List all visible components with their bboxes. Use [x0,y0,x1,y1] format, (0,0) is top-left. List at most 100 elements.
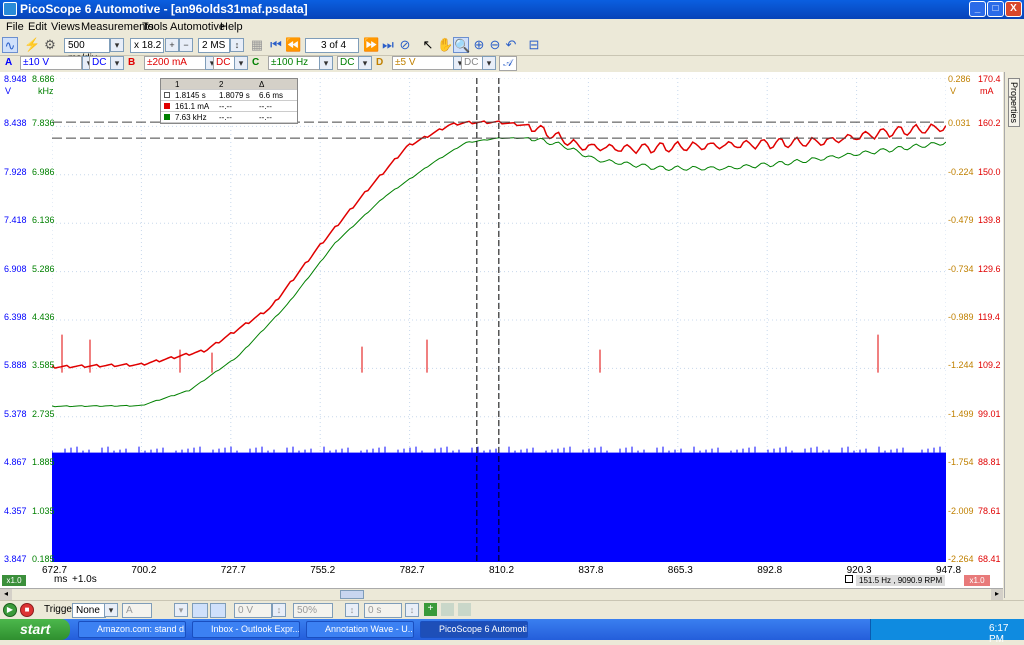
channel-b-coupling[interactable]: DC [213,56,235,70]
ruler-channel-c-delta: --.-- [259,113,272,122]
properties-panel-tab[interactable]: Properties [1004,72,1024,598]
channel-d-coupling-dropdown-icon[interactable]: ▾ [482,56,496,70]
first-buffer-icon[interactable]: ⏮ [268,37,284,53]
samples-field[interactable]: 2 MS [198,38,230,53]
math-channel-icon[interactable]: 𝒜 [499,56,517,71]
scope-mode-icon[interactable]: ∿ [2,37,18,53]
stop-button[interactable]: ■ [20,603,34,617]
scope-plot[interactable] [52,78,946,562]
right-axis-unit-ma: mA [980,86,994,96]
channel-c-range[interactable]: ±100 Hz [268,56,320,70]
channel-toolbar: A ±10 V ▾ DC ▾ B ±200 mA ▾ DC ▾ C ±100 H… [0,56,1024,72]
task-outlook[interactable]: Inbox - Outlook Expr... [192,621,300,638]
scroll-thumb[interactable] [340,590,364,599]
channel-c-coupling-dropdown-icon[interactable]: ▾ [358,56,372,70]
buffer-navigator-icon[interactable]: ⊘ [397,37,413,53]
timebase-dropdown-icon[interactable]: ▾ [110,38,124,52]
axis-footer: x1.0 ms +1.0s 151.5 Hz , 9090.9 RPM x1.0 [0,574,1003,588]
ruler-channel-b-swatch [164,103,170,109]
channel-b-coupling-dropdown-icon[interactable]: ▾ [234,56,248,70]
title-bar: PicoScope 6 Automotive - [an96olds31maf.… [0,0,1024,19]
last-buffer-icon[interactable]: ⏭ [380,37,396,53]
settings-icon[interactable]: ⚙ [42,37,58,53]
ruler-legend-table[interactable]: 1 2 Δ 1.8145 s 1.8079 s 6.6 ms 161.1 mA … [160,78,298,124]
scroll-left-icon[interactable]: ◂ [0,589,12,600]
trigger-level-field[interactable]: 0 V [234,603,272,618]
task-annotation-wave[interactable]: Annotation Wave - U... [306,621,414,638]
window-title: PicoScope 6 Automotive - [an96olds31maf.… [20,2,308,16]
channel-a-coupling[interactable]: DC [89,56,111,70]
pre-trigger-stepper[interactable]: ↕ [345,603,359,617]
ruler-time-swatch [164,92,170,98]
menu-automotive[interactable]: Automotive [170,21,225,33]
zoom-in-icon[interactable]: ⊕ [471,37,487,53]
start-button[interactable]: start [0,619,70,640]
menu-tools[interactable]: Tools [142,21,168,33]
probe-icon[interactable]: ⚡ [24,37,40,53]
rising-edge-icon[interactable] [192,603,208,618]
trigger-mode-dropdown-icon[interactable]: ▾ [104,603,118,617]
timebase-select[interactable]: 500 ms/div [64,38,110,64]
ruler-col-delta: Δ [259,80,265,89]
zoom-field[interactable]: x 18.2 [130,38,164,53]
falling-edge-icon[interactable] [210,603,226,618]
run-button[interactable]: ▶ [3,603,17,617]
task-amazon[interactable]: Amazon.com: stand d... [78,621,186,638]
channel-b-range[interactable]: ±200 mA [144,56,206,70]
trigger-level-stepper[interactable]: ↕ [272,603,286,617]
ruler-channel-c-swatch [164,114,170,120]
zoom-out-icon[interactable]: ⊖ [487,37,503,53]
channel-c-label: C [252,57,260,68]
scroll-right-icon[interactable]: ▸ [991,589,1003,600]
channel-a-label: A [5,57,13,68]
menu-help[interactable]: Help [220,21,243,33]
hand-tool-icon[interactable]: ✋ [437,37,453,53]
trigger-delay-field[interactable]: 0 s [364,603,402,618]
ruler-channel-c-1: 7.63 kHz [175,113,207,122]
menu-edit[interactable]: Edit [28,21,47,33]
buffer-field[interactable]: 3 of 4 [305,38,359,53]
maximize-button[interactable]: □ [987,1,1004,17]
x-scale-badge[interactable]: x1.0 [2,575,26,586]
trigger-channel-select[interactable]: A [122,603,152,618]
channel-d-coupling[interactable]: DC [461,56,483,70]
trigger-mode-select[interactable]: None [72,603,106,618]
ruler-time-1: 1.8145 s [175,91,206,100]
ruler-channel-b-1: 161.1 mA [175,102,210,111]
horizontal-scrollbar[interactable]: ◂ ▸ [0,588,1003,600]
zoom-out-stepper[interactable]: − [179,38,193,52]
menu-file[interactable]: File [6,21,24,33]
trigger-channel-dropdown-icon[interactable]: ▾ [174,603,188,617]
zoom-select-icon[interactable]: 🔍 [453,37,470,53]
samples-stepper[interactable]: ↕ [230,38,244,52]
properties-label[interactable]: Properties [1008,78,1020,128]
pre-trigger-field[interactable]: 50% [293,603,333,618]
next-buffer-icon[interactable]: ⏩ [363,37,379,53]
channel-d-range[interactable]: ±5 V [392,56,454,70]
channel-a-range[interactable]: ±10 V [20,56,82,70]
lock-icon[interactable]: ▦ [249,37,265,53]
clock: 6:17 PM [989,623,1009,645]
frequency-readout: 151.5 Hz , 9090.9 RPM [856,575,946,586]
channel-c-range-dropdown-icon[interactable]: ▾ [319,56,333,70]
close-button[interactable]: X [1005,1,1022,17]
add-measurement-icon[interactable]: + [424,603,437,616]
channel-c-coupling[interactable]: DC [337,56,359,70]
delete-measurement-icon[interactable] [458,603,471,616]
task-picoscope[interactable]: PicoScope 6 Automoti... [420,621,528,638]
minimize-button[interactable]: _ [969,1,986,17]
edit-measurement-icon[interactable] [441,603,454,616]
right-scale-badge[interactable]: x1.0 [964,575,990,586]
system-tray: 6:17 PM [870,619,1024,645]
zoom-fit-icon[interactable]: ⊟ [526,37,542,53]
channel-a-coupling-dropdown-icon[interactable]: ▾ [110,56,124,70]
taskbar: start Amazon.com: stand d... Inbox - Out… [0,619,1024,645]
x-axis-offset: +1.0s [72,574,97,585]
pointer-tool-icon[interactable]: ↖ [420,37,436,53]
ruler-channel-c-2: --.-- [219,113,232,122]
trigger-delay-stepper[interactable]: ↕ [405,603,419,617]
previous-buffer-icon[interactable]: ⏪ [285,37,301,53]
zoom-in-stepper[interactable]: + [165,38,179,52]
undo-zoom-icon[interactable]: ↶ [503,37,519,53]
menu-views[interactable]: Views [51,21,80,33]
